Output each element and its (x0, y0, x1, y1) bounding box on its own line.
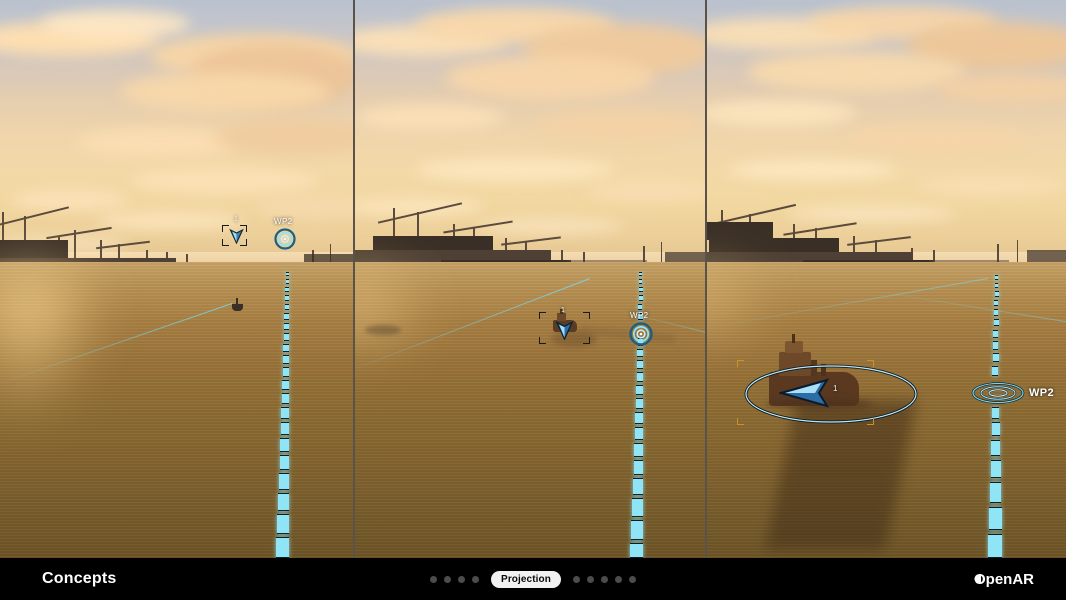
waypoint-ring-icon[interactable] (971, 381, 1025, 410)
pager-dot[interactable] (628, 575, 636, 583)
ar-route-line[interactable] (355, 0, 705, 558)
pager-dot[interactable] (586, 575, 594, 583)
panel-strip: WP2 1 WP2 1 1 WP2 (0, 0, 1066, 558)
pager-dot[interactable] (572, 575, 580, 583)
brand-label: OpenAR (974, 570, 1034, 588)
app-root: WP2 1 WP2 1 1 WP2 Concepts Projection Op… (0, 0, 1066, 600)
waypoint-target-icon[interactable] (274, 228, 296, 255)
carousel-pager[interactable]: Projection (0, 570, 1066, 588)
vessel-label: 1 (561, 307, 565, 314)
pager-dot[interactable] (600, 575, 608, 583)
projection-view-mid[interactable]: WP2 1 (355, 0, 705, 558)
ar-route-line[interactable] (707, 0, 1066, 558)
projection-view-near[interactable]: 1 WP2 (707, 0, 1066, 558)
waypoint-target-icon[interactable] (629, 322, 653, 351)
waypoint-label: WP2 (1029, 387, 1055, 399)
pager-dot[interactable] (458, 575, 466, 583)
pager-dot[interactable] (444, 575, 452, 583)
waypoint-label: WP2 (630, 311, 649, 320)
projection-view-far[interactable]: WP2 1 (0, 0, 353, 558)
pager-dot[interactable] (614, 575, 622, 583)
footer-bar: Concepts Projection OpenAR (0, 558, 1066, 600)
pager-dot[interactable] (472, 575, 480, 583)
play-triangle-icon (974, 574, 981, 584)
ar-route-line[interactable] (0, 0, 353, 558)
pager-current-label[interactable]: Projection (491, 570, 561, 588)
pager-dot[interactable] (430, 575, 438, 583)
waypoint-label: WP2 (274, 217, 293, 226)
vessel-label: 1 (234, 216, 238, 223)
brand-logo: OpenAR (974, 571, 1034, 588)
